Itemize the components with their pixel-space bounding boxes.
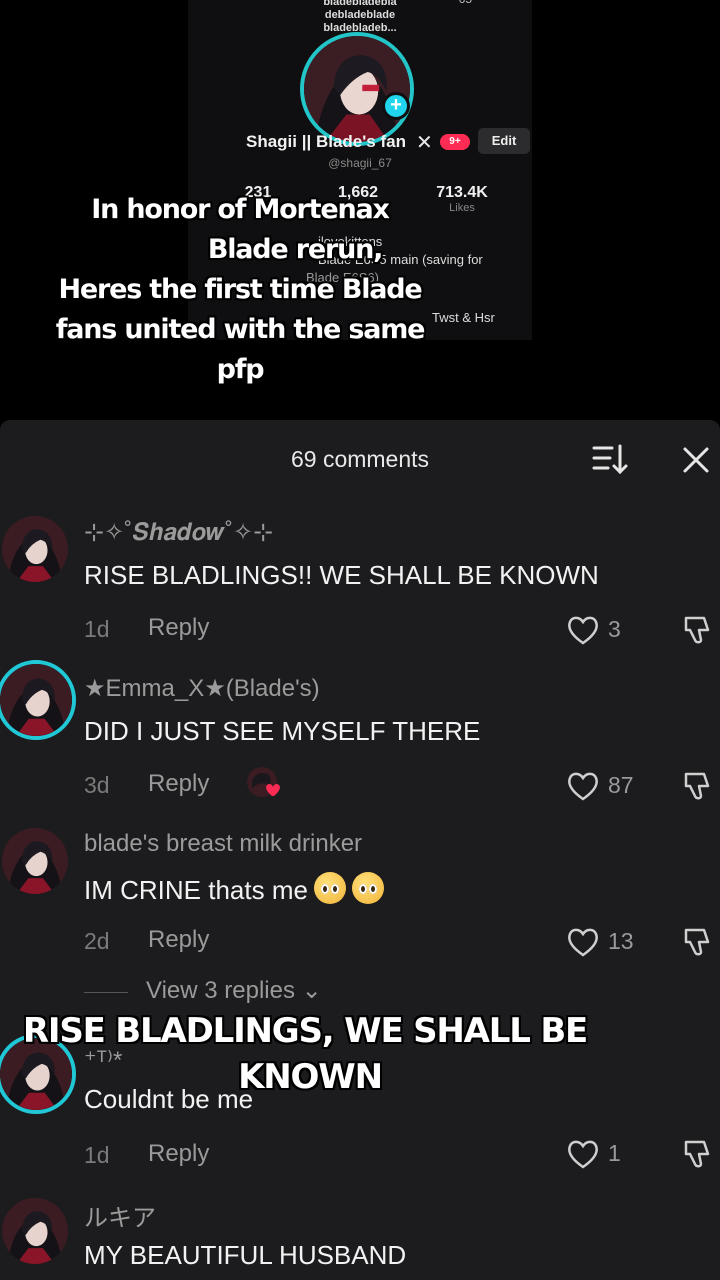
commenter-name[interactable]: ★Emma_X★(Blade's) bbox=[84, 674, 320, 703]
commenter-name[interactable]: ⊹✧˚𝑺𝒉𝒂𝒅𝒐𝒘˚✧⊹ bbox=[84, 518, 273, 547]
x-badge-icon: ✕ bbox=[416, 132, 433, 154]
like-count: 1 bbox=[608, 1140, 621, 1166]
comment-text: MY BEAUTIFUL HUSBAND bbox=[84, 1240, 407, 1270]
creator-liked-icon bbox=[247, 767, 280, 797]
reply-button[interactable]: Reply bbox=[148, 926, 209, 954]
reply-button[interactable]: Reply bbox=[148, 1140, 209, 1168]
overlay-caption-top: In honor of Mortenax Blade rerun, Heres … bbox=[20, 190, 460, 390]
profile-handle: @shagii_67 bbox=[328, 156, 392, 170]
reply-button[interactable]: Reply bbox=[148, 770, 209, 798]
username-line: bladebladebla bbox=[323, 0, 397, 8]
comment-time: 2d bbox=[84, 928, 110, 954]
like-count: 13 bbox=[608, 928, 634, 954]
commenter-avatar[interactable] bbox=[2, 1198, 68, 1264]
heart-icon[interactable] bbox=[566, 770, 600, 802]
comment-text: IM CRINE thats me bbox=[84, 872, 384, 906]
view-replies-label: View 3 replies bbox=[146, 977, 295, 1004]
caption-line: fans united with the same bbox=[55, 314, 426, 345]
overlay-caption-bottom: RISE BLADLINGS, WE SHALL BE KNOWN bbox=[10, 1008, 600, 1100]
caption-line: Blade rerun, bbox=[207, 234, 384, 265]
dislike-icon[interactable] bbox=[682, 1136, 716, 1170]
dislike-icon[interactable] bbox=[682, 612, 716, 646]
comment-text: DID I JUST SEE MYSELF THERE bbox=[84, 716, 481, 746]
level-badge: 9+ bbox=[440, 134, 470, 150]
profile-display-name: Shagii || Blade's fan bbox=[246, 132, 406, 151]
pleading-face-emoji-icon bbox=[351, 872, 384, 904]
like-count: 3 bbox=[608, 616, 621, 642]
view-replies-button[interactable]: View 3 replies ⌄ bbox=[146, 976, 322, 1005]
caption-line: RISE BLADLINGS, WE SHALL BE bbox=[22, 1011, 588, 1051]
caption-line: pfp bbox=[216, 354, 265, 385]
comment-text: RISE BLADLINGS!! WE SHALL BE KNOWN bbox=[84, 560, 599, 590]
dislike-icon[interactable] bbox=[682, 768, 716, 802]
caption-line: Heres the first time Blade bbox=[58, 274, 422, 305]
blade-avatar-art bbox=[2, 828, 68, 894]
comment-time: 1d bbox=[84, 1142, 110, 1168]
sort-icon[interactable] bbox=[590, 442, 630, 476]
like-count: 87 bbox=[608, 772, 634, 798]
profile-username-stack: bladebladebla debladeblade bladebladeb..… bbox=[188, 0, 532, 35]
blade-avatar-art bbox=[304, 36, 410, 142]
heart-icon[interactable] bbox=[566, 614, 600, 646]
dislike-icon[interactable] bbox=[682, 924, 716, 958]
caption-line: In honor of Mortenax bbox=[91, 194, 390, 225]
comment-time: 3d bbox=[84, 772, 110, 798]
chevron-down-icon: ⌄ bbox=[301, 977, 322, 1004]
caption-line: KNOWN bbox=[238, 1057, 383, 1097]
close-icon[interactable] bbox=[678, 442, 714, 478]
comment-text-body: IM CRINE thats me bbox=[84, 875, 308, 905]
view-replies-divider bbox=[84, 992, 128, 993]
edit-profile-button[interactable]: Edit bbox=[478, 128, 530, 154]
username-line: debladeblade bbox=[324, 9, 396, 21]
heart-icon[interactable] bbox=[566, 1138, 600, 1170]
reply-button[interactable]: Reply bbox=[148, 614, 209, 642]
comment-time: 1d bbox=[84, 616, 110, 642]
followers-badge: 65 bbox=[459, 0, 472, 6]
add-follow-icon[interactable]: + bbox=[382, 92, 410, 120]
heart-icon[interactable] bbox=[566, 926, 600, 958]
video-frame: bladebladebla debladeblade bladebladeb..… bbox=[0, 0, 720, 420]
commenter-avatar[interactable] bbox=[2, 828, 68, 894]
commenter-name[interactable]: ルキア bbox=[84, 1198, 156, 1233]
comments-panel: 69 comments ⊹✧˚𝑺𝒉𝒂𝒅𝒐𝒘˚✧⊹ RISE BLADLINGS!… bbox=[0, 420, 720, 1280]
blade-avatar-art bbox=[2, 516, 68, 582]
blade-avatar-art bbox=[0, 664, 72, 736]
commenter-avatar[interactable] bbox=[0, 660, 76, 740]
blade-avatar-art bbox=[2, 1198, 68, 1264]
commenter-name[interactable]: blade's breast milk drinker bbox=[84, 830, 362, 858]
commenter-avatar[interactable] bbox=[2, 516, 68, 582]
pleading-face-emoji-icon bbox=[313, 872, 346, 904]
